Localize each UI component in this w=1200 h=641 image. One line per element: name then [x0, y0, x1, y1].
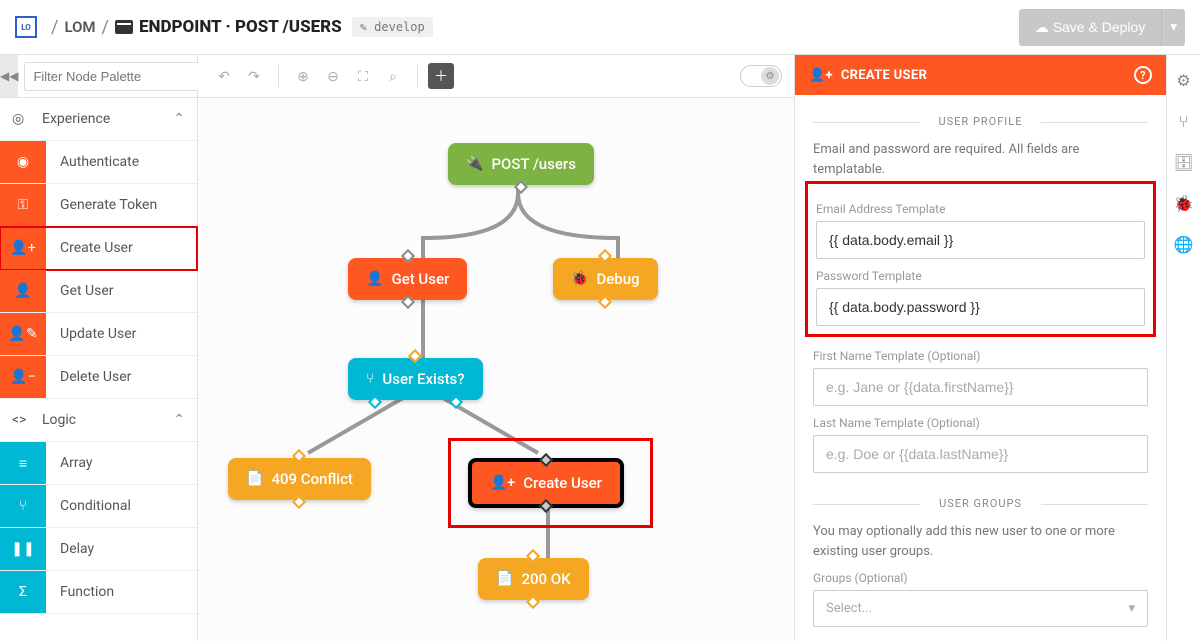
plug-icon: 🔌	[466, 156, 483, 172]
node-create-user[interactable]: 👤+Create User	[468, 458, 624, 508]
user-icon: 👤	[0, 270, 46, 312]
workflow-canvas-wrap: ↶ ↷ ⊕ ⊖ ⛶ ⌕ ＋ 🔌POST	[198, 55, 794, 641]
experience-icon: ◎	[12, 111, 42, 127]
user-icon: 👤	[366, 271, 383, 287]
palette-item-function[interactable]: Σ Function	[0, 571, 197, 614]
settings-toggle[interactable]	[740, 65, 782, 87]
node-palette: ◀◀ ◎ Experience⌃ ◉ Authenticate ⚿ Genera…	[0, 55, 198, 641]
help-icon[interactable]: ?	[1134, 66, 1152, 84]
lastname-template-input[interactable]	[813, 435, 1148, 473]
crumb-sep: /	[51, 17, 58, 38]
palette-item-delay[interactable]: ❚❚ Delay	[0, 528, 197, 571]
password-template-input[interactable]	[816, 288, 1145, 326]
category-experience[interactable]: ◎ Experience⌃	[0, 98, 197, 141]
category-logic[interactable]: <> Logic⌃	[0, 399, 197, 442]
node-user-exists[interactable]: ⑂User Exists?	[348, 358, 483, 400]
crumb-sep: /	[102, 17, 109, 38]
reply-icon: 📄	[246, 471, 263, 487]
breadcrumb-app[interactable]: LOM	[64, 18, 95, 36]
chevron-up-icon: ⌃	[173, 412, 185, 428]
profile-description: Email and password are required. All fie…	[813, 140, 1148, 179]
key-icon: ⚿	[0, 184, 46, 226]
bug-icon: 🐞	[571, 271, 588, 287]
node-get-user[interactable]: 👤Get User	[348, 258, 467, 300]
palette-item-array[interactable]: ≡ Array	[0, 442, 197, 485]
required-fields-highlight: Email Address Template Password Template	[805, 181, 1156, 337]
header: LO / LOM / ENDPOINT · POST /USERS develo…	[0, 0, 1200, 55]
logo[interactable]: LO	[15, 16, 37, 38]
firstname-template-input[interactable]	[813, 368, 1148, 406]
palette-item-authenticate[interactable]: ◉ Authenticate	[0, 141, 197, 184]
chevron-down-icon: ▾	[1128, 601, 1135, 616]
user-remove-icon: 👤−	[0, 356, 46, 398]
palette-item-update-user[interactable]: 👤✎ Update User	[0, 313, 197, 356]
reply-icon: 📄	[496, 571, 513, 587]
email-template-input[interactable]	[816, 221, 1145, 259]
pause-icon: ❚❚	[0, 528, 46, 570]
zoom-out-button[interactable]: ⊖	[319, 62, 347, 90]
password-label: Password Template	[816, 269, 1145, 283]
user-add-icon: 👤+	[809, 68, 833, 83]
fit-button[interactable]: ⛶	[349, 62, 377, 90]
list-icon: ≡	[0, 442, 46, 484]
user-add-icon: 👤+	[490, 475, 515, 491]
panel-header: 👤+ CREATE USER ?	[795, 55, 1166, 95]
bug-icon[interactable]: 🐞	[1174, 194, 1194, 213]
lastname-label: Last Name Template (Optional)	[813, 416, 1148, 430]
node-200-ok[interactable]: 📄200 OK	[478, 558, 589, 600]
fingerprint-icon: ◉	[0, 141, 46, 183]
palette-item-create-user[interactable]: 👤+ Create User	[0, 227, 197, 270]
palette-item-conditional[interactable]: ⑂ Conditional	[0, 485, 197, 528]
page-title: ENDPOINT · POST /USERS	[139, 17, 342, 37]
git-branch-icon[interactable]: ⑂	[1179, 112, 1189, 131]
collapse-palette-button[interactable]: ◀◀	[0, 55, 18, 97]
chevron-up-icon: ⌃	[173, 111, 185, 127]
right-rail: ⚙ ⑂ 🗄 🐞 🌐	[1166, 55, 1200, 641]
save-deploy-button[interactable]: Save & Deploy	[1019, 9, 1162, 46]
gear-icon[interactable]: ⚙	[1176, 71, 1190, 90]
workflow-canvas[interactable]: 🔌POST /users 👤Get User 🐞Debug ⑂User Exis…	[198, 98, 794, 641]
add-node-button[interactable]: ＋	[428, 63, 454, 89]
groups-label: Groups (Optional)	[813, 571, 1148, 585]
code-icon: <>	[12, 412, 42, 428]
section-user-profile: USER PROFILE	[813, 115, 1148, 128]
node-409-conflict[interactable]: 📄409 Conflict	[228, 458, 371, 500]
palette-item-get-user[interactable]: 👤 Get User	[0, 270, 197, 313]
node-debug[interactable]: 🐞Debug	[553, 258, 658, 300]
email-label: Email Address Template	[816, 202, 1145, 216]
palette-item-generate-token[interactable]: ⚿ Generate Token	[0, 184, 197, 227]
properties-panel: 👤+ CREATE USER ? USER PROFILE Email and …	[794, 55, 1166, 641]
zoom-reset-button[interactable]: ⌕	[379, 62, 407, 90]
window-icon	[115, 20, 133, 34]
section-user-groups: USER GROUPS	[813, 497, 1148, 510]
user-edit-icon: 👤✎	[0, 313, 46, 355]
branch-icon: ⑂	[0, 485, 46, 527]
redo-button[interactable]: ↷	[240, 62, 268, 90]
undo-button[interactable]: ↶	[210, 62, 238, 90]
user-add-icon: 👤+	[0, 227, 46, 269]
node-post-users[interactable]: 🔌POST /users	[448, 143, 594, 185]
groups-select[interactable]: Select...▾	[813, 590, 1148, 627]
palette-item-delete-user[interactable]: 👤− Delete User	[0, 356, 197, 399]
palette-filter-input[interactable]	[24, 62, 218, 91]
branch-icon: ⑂	[366, 371, 374, 387]
save-dropdown-button[interactable]: ▾	[1161, 9, 1185, 46]
firstname-label: First Name Template (Optional)	[813, 349, 1148, 363]
sigma-icon: Σ	[0, 571, 46, 613]
globe-icon[interactable]: 🌐	[1174, 235, 1194, 254]
database-icon[interactable]: 🗄	[1173, 153, 1193, 172]
zoom-in-button[interactable]: ⊕	[289, 62, 317, 90]
branch-tag[interactable]: develop	[352, 17, 433, 37]
canvas-toolbar: ↶ ↷ ⊕ ⊖ ⛶ ⌕ ＋	[198, 55, 794, 98]
groups-description: You may optionally add this new user to …	[813, 522, 1148, 561]
